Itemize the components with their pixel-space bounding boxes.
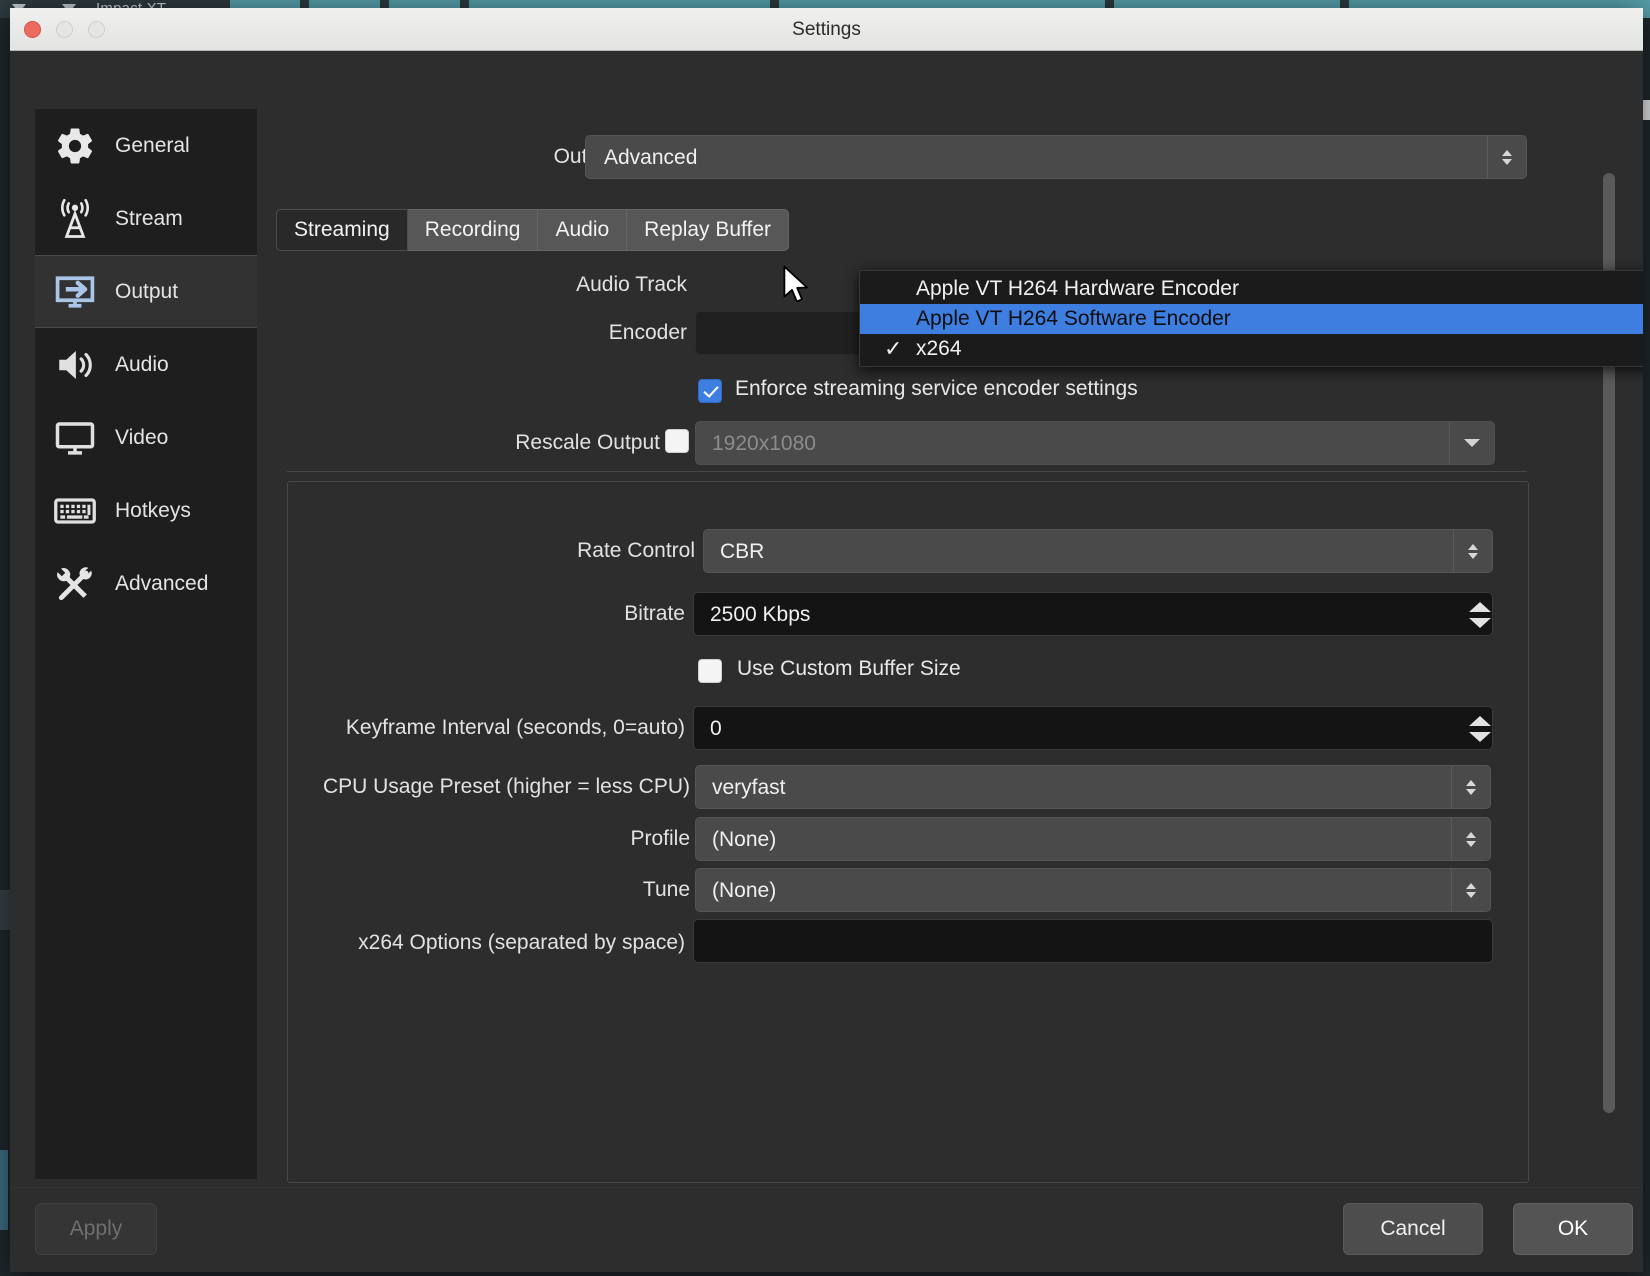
rescale-output-row: Rescale Output 1920x1080 (265, 419, 1525, 477)
chevron-down-icon[interactable] (1449, 422, 1494, 464)
audio-track-label: Audio Track (576, 273, 687, 296)
sidebar-item-audio[interactable]: Audio (35, 328, 257, 401)
output-mode-row: Output Mode Advanced (265, 135, 1560, 179)
dropdown-option-x264[interactable]: ✓ x264 (860, 334, 1643, 364)
tune-select[interactable]: (None) (695, 868, 1491, 912)
keyframe-interval-row: Keyframe Interval (seconds, 0=auto) 0 (265, 703, 1525, 765)
dialog-footer: Apply Cancel OK (10, 1187, 1643, 1272)
settings-main-panel: Output Mode Advanced Streaming Recording… (265, 109, 1643, 1183)
cpu-preset-label: CPU Usage Preset (higher = less CPU) (322, 775, 690, 798)
enforce-settings-row: Enforce streaming service encoder settin… (265, 371, 1525, 419)
stepper-icon[interactable] (1451, 766, 1490, 808)
cpu-preset-value: veryfast (712, 776, 786, 799)
background-left-accent (0, 1150, 8, 1230)
display-icon (49, 414, 101, 462)
rate-control-row: Rate Control CBR (265, 525, 1525, 589)
antenna-icon (49, 195, 101, 243)
sidebar-item-output[interactable]: Output (35, 255, 257, 328)
dropdown-option-label: Apple VT H264 Hardware Encoder (916, 277, 1239, 300)
bitrate-label: Bitrate (624, 602, 685, 625)
ok-button[interactable]: OK (1513, 1203, 1633, 1255)
sidebar-item-label: General (115, 133, 190, 157)
custom-buffer-checkbox[interactable] (698, 659, 722, 683)
rate-control-select[interactable]: CBR (703, 529, 1493, 573)
output-mode-value: Advanced (604, 146, 698, 169)
dropdown-option-apple-vt-hardware[interactable]: Apple VT H264 Hardware Encoder (860, 274, 1643, 304)
checkmark-icon: ✓ (884, 336, 903, 361)
custom-buffer-label: Use Custom Buffer Size (737, 657, 961, 680)
rate-control-label: Rate Control (577, 539, 695, 562)
rescale-output-label: Rescale Output (515, 431, 660, 454)
encoder-dropdown-menu[interactable]: Apple VT H264 Hardware Encoder Apple VT … (859, 270, 1643, 367)
rate-control-value: CBR (720, 540, 765, 563)
settings-dialog: Settings General Stream Output Audio Vid… (10, 8, 1643, 1272)
output-mode-select[interactable]: Advanced (585, 135, 1527, 179)
tune-value: (None) (712, 879, 777, 902)
background-left-panel (0, 890, 10, 930)
bitrate-row: Bitrate 2500 Kbps (265, 589, 1525, 651)
sidebar-item-label: Advanced (115, 571, 209, 595)
dialog-title: Settings (792, 19, 861, 40)
stepper-icon[interactable] (1487, 136, 1526, 178)
profile-label: Profile (630, 827, 690, 850)
sidebar-item-hotkeys[interactable]: Hotkeys (35, 474, 257, 547)
sidebar-item-general[interactable]: General (35, 109, 257, 182)
enforce-settings-checkbox[interactable] (698, 379, 722, 403)
tab-audio[interactable]: Audio (538, 209, 628, 251)
keyboard-icon (49, 487, 101, 535)
tab-streaming[interactable]: Streaming (276, 209, 408, 251)
tools-icon (49, 560, 101, 608)
sidebar-item-label: Output (115, 279, 179, 303)
stepper-icon[interactable] (1453, 530, 1492, 572)
dropdown-option-apple-vt-software[interactable]: Apple VT H264 Software Encoder (860, 304, 1643, 334)
tab-replay-buffer[interactable]: Replay Buffer (627, 209, 790, 251)
enforce-settings-label: Enforce streaming service encoder settin… (735, 377, 1138, 400)
output-tabs: Streaming Recording Audio Replay Buffer (276, 209, 790, 251)
rescale-output-checkbox[interactable] (665, 429, 689, 453)
dialog-body: General Stream Output Audio Video Hotkey… (10, 51, 1643, 1272)
x264-options-input[interactable] (693, 919, 1493, 963)
profile-value: (None) (712, 828, 777, 851)
rescale-output-select[interactable]: 1920x1080 (695, 421, 1495, 465)
keyframe-interval-input[interactable]: 0 (693, 706, 1493, 750)
custom-buffer-row: Use Custom Buffer Size (265, 651, 1525, 703)
bitrate-value: 2500 Kbps (710, 603, 811, 626)
monitor-arrow-icon (49, 268, 101, 316)
cpu-preset-row: CPU Usage Preset (higher = less CPU) ver… (265, 765, 1525, 817)
keyframe-interval-value: 0 (710, 717, 722, 740)
bitrate-stepper[interactable] (1463, 589, 1497, 641)
bitrate-input[interactable]: 2500 Kbps (693, 592, 1493, 636)
dropdown-option-label: x264 (916, 337, 962, 360)
rescale-output-value: 1920x1080 (712, 432, 816, 455)
stepper-icon[interactable] (1451, 818, 1490, 860)
sidebar-item-stream[interactable]: Stream (35, 182, 257, 255)
tab-recording[interactable]: Recording (407, 209, 539, 251)
speaker-icon (49, 341, 101, 389)
profile-row: Profile (None) (265, 817, 1525, 868)
cpu-preset-select[interactable]: veryfast (695, 765, 1491, 809)
stepper-icon[interactable] (1451, 869, 1490, 911)
keyframe-interval-label: Keyframe Interval (seconds, 0=auto) (345, 716, 685, 739)
encoder-label: Encoder (608, 321, 687, 344)
gear-icon (49, 122, 101, 170)
sidebar-item-label: Hotkeys (115, 498, 191, 522)
x264-options-label: x264 Options (separated by space) (358, 931, 685, 954)
sidebar-item-label: Audio (115, 352, 169, 376)
dialog-titlebar[interactable]: Settings (10, 8, 1643, 51)
tune-label: Tune (642, 878, 690, 901)
settings-sidebar: General Stream Output Audio Video Hotkey… (35, 109, 257, 1179)
tune-row: Tune (None) (265, 868, 1525, 919)
cancel-button[interactable]: Cancel (1343, 1203, 1483, 1255)
streaming-form: Audio Track Encoder Enforce streaming se… (265, 269, 1525, 971)
sidebar-item-advanced[interactable]: Advanced (35, 547, 257, 620)
apply-button[interactable]: Apply (35, 1203, 157, 1255)
profile-select[interactable]: (None) (695, 817, 1491, 861)
sidebar-item-label: Stream (115, 206, 183, 230)
sidebar-item-video[interactable]: Video (35, 401, 257, 474)
dropdown-option-label: Apple VT H264 Software Encoder (916, 307, 1231, 330)
x264-options-row: x264 Options (separated by space) (265, 919, 1525, 971)
footer-divider (10, 1187, 1643, 1188)
sidebar-item-label: Video (115, 425, 169, 449)
keyframe-stepper[interactable] (1463, 703, 1497, 755)
